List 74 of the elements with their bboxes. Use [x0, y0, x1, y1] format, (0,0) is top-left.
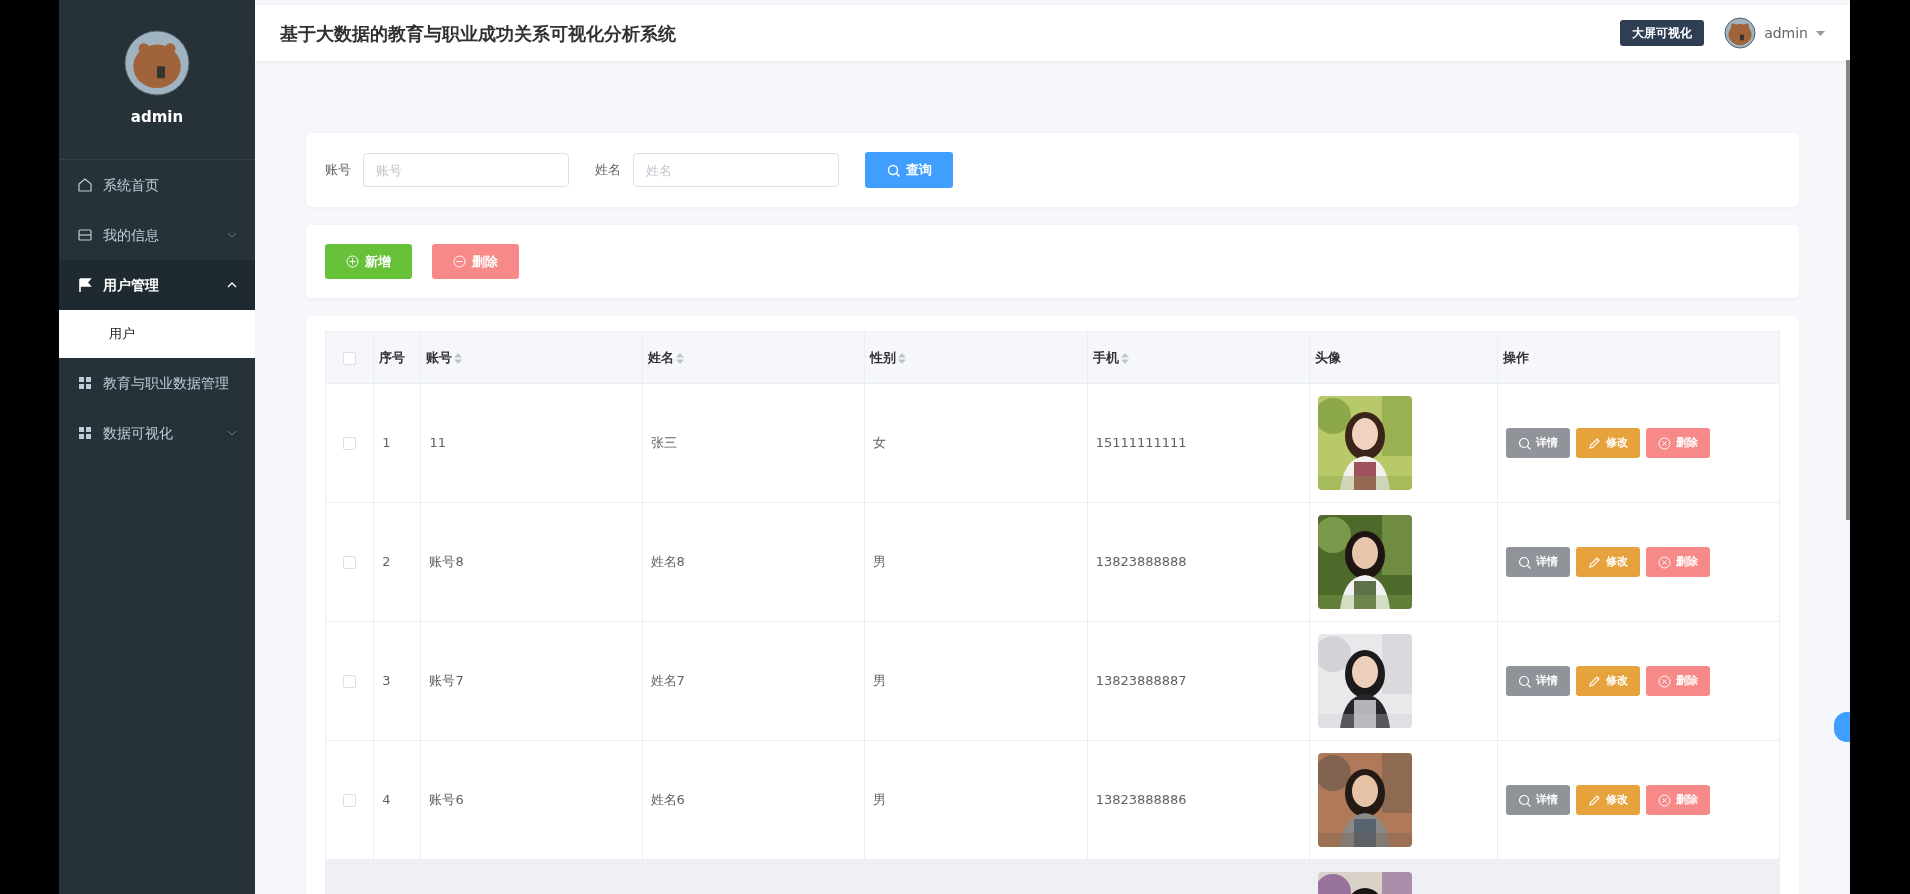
- minus-circle-icon: [453, 255, 466, 268]
- detail-button[interactable]: 详情: [1505, 785, 1570, 815]
- checkbox[interactable]: [343, 437, 357, 451]
- submenu-item[interactable]: 用户: [59, 310, 255, 358]
- table-cell: 姓名8: [650, 554, 685, 570]
- table-cell: 3: [382, 673, 391, 689]
- search-icon: [886, 163, 900, 177]
- detail-button[interactable]: 详情: [1505, 547, 1570, 577]
- pencil-icon: [1587, 793, 1601, 807]
- search-icon: [1517, 555, 1531, 569]
- sidebar-item[interactable]: 我的信息: [59, 210, 255, 260]
- card-icon: [77, 227, 93, 243]
- table-cell: 11: [429, 435, 446, 451]
- pencil-icon: [1587, 436, 1601, 450]
- table-cell: 2: [382, 554, 391, 570]
- close-circle-icon: [1657, 674, 1671, 688]
- caret-icon: [1816, 30, 1825, 36]
- flag-icon: [77, 277, 93, 293]
- table-cell: 男: [872, 673, 886, 689]
- detail-button[interactable]: 详情: [1505, 428, 1570, 458]
- column-header[interactable]: 序号: [379, 349, 406, 365]
- big-screen-button[interactable]: 大屏可视化: [1620, 20, 1705, 46]
- table-cell: 13823888886: [1095, 792, 1187, 808]
- table-cell: 1: [382, 435, 391, 451]
- close-circle-icon: [1657, 436, 1671, 450]
- table-cell: 账号6: [429, 792, 464, 808]
- pencil-icon: [1587, 555, 1601, 569]
- table-cell: 4: [382, 792, 391, 808]
- column-header[interactable]: 账号: [426, 349, 453, 365]
- sidebar-item[interactable]: 数据可视化: [59, 408, 255, 458]
- close-circle-icon: [1657, 555, 1671, 569]
- table-cell: 13823888888: [1095, 554, 1187, 570]
- search-field[interactable]: 姓名: [633, 153, 839, 187]
- home-icon: [77, 177, 93, 193]
- table-cell: 张三: [650, 435, 677, 451]
- avatar-icon: [124, 30, 190, 97]
- table-cell: 15111111111: [1095, 435, 1187, 451]
- table-cell: 账号8: [429, 554, 464, 570]
- scrollbar[interactable]: [1846, 60, 1850, 520]
- page-title: 基于大数据的教育与职业成功关系可视化分析系统: [280, 21, 676, 46]
- table-cell: 姓名7: [650, 673, 685, 689]
- sidebar-item[interactable]: 教育与职业数据管理: [59, 358, 255, 408]
- checkbox[interactable]: [343, 556, 357, 570]
- pencil-icon: [1587, 674, 1601, 688]
- column-header[interactable]: 性别: [869, 349, 896, 365]
- user-name: admin: [130, 107, 184, 129]
- search-icon: [1517, 674, 1531, 688]
- grid-icon: [77, 375, 93, 391]
- column-header[interactable]: 操作: [1502, 349, 1529, 365]
- user-name[interactable]: admin: [1764, 22, 1808, 44]
- detail-button[interactable]: 详情: [1505, 666, 1570, 696]
- table-cell: 女: [872, 435, 886, 451]
- table-cell: 男: [872, 554, 886, 570]
- search-icon: [1517, 793, 1531, 807]
- search-icon: [1517, 436, 1531, 450]
- avatar-icon: [1724, 17, 1757, 49]
- search-field[interactable]: 账号: [363, 153, 569, 187]
- table-cell: 姓名6: [650, 792, 685, 808]
- field-label: 姓名: [595, 161, 621, 180]
- table-cell: 13823888887: [1095, 673, 1187, 689]
- close-circle-icon: [1657, 793, 1671, 807]
- table-cell: 男: [872, 792, 886, 808]
- column-header[interactable]: 手机: [1092, 349, 1119, 365]
- column-header[interactable]: 头像: [1314, 349, 1341, 365]
- plus-circle-icon: [346, 255, 359, 268]
- checkbox[interactable]: [343, 351, 357, 365]
- checkbox[interactable]: [343, 794, 357, 808]
- field-label: 账号: [325, 161, 351, 180]
- table-cell: 账号7: [429, 673, 464, 689]
- checkbox[interactable]: [343, 675, 357, 689]
- sidebar-item[interactable]: 用户管理: [59, 260, 255, 310]
- grid-icon: [77, 425, 93, 441]
- column-header[interactable]: 姓名: [647, 349, 674, 365]
- sidebar-item[interactable]: 系统首页: [59, 160, 255, 210]
